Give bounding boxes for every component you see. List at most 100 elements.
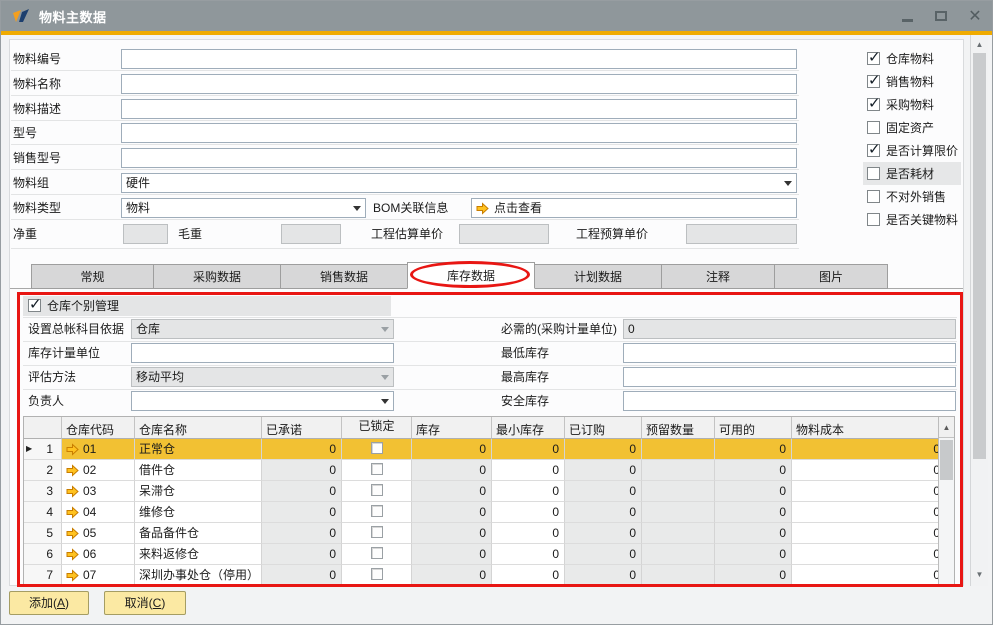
warehouse-name-cell[interactable]: 借件仓 xyxy=(135,460,262,481)
warehouse-name-cell[interactable]: 呆滞仓 xyxy=(135,481,262,502)
warehouse-code-cell[interactable]: 07 xyxy=(62,565,135,586)
row-selector-cell[interactable]: 6 xyxy=(24,544,62,565)
flag-checkbox-item[interactable]: ✓ 销售物料 xyxy=(863,70,963,93)
locked-cell[interactable] xyxy=(342,565,412,586)
link-arrow-icon[interactable] xyxy=(476,202,489,215)
locked-checkbox[interactable] xyxy=(371,547,383,559)
checkbox[interactable] xyxy=(867,190,880,203)
flag-checkbox-item[interactable]: ✓ 是否计算限价 xyxy=(863,139,963,162)
tab[interactable]: 库存数据 xyxy=(407,262,535,289)
maximize-button[interactable] xyxy=(932,7,950,25)
locked-cell[interactable] xyxy=(342,523,412,544)
checkbox[interactable] xyxy=(867,167,880,180)
link-arrow-icon[interactable] xyxy=(66,548,79,561)
item-type-select[interactable]: 物料 xyxy=(121,198,366,218)
locked-cell[interactable] xyxy=(342,460,412,481)
tab[interactable]: 注释 xyxy=(661,264,775,289)
locked-cell[interactable] xyxy=(342,481,412,502)
flag-checkbox-item[interactable]: 是否关键物料 xyxy=(863,208,963,231)
table-scrollbar[interactable]: ▲ xyxy=(938,417,954,584)
link-arrow-icon[interactable] xyxy=(66,506,79,519)
link-arrow-icon[interactable] xyxy=(66,569,79,582)
flag-checkbox-item[interactable]: ✓ 仓库物料 xyxy=(863,47,963,70)
checkbox[interactable]: ✓ xyxy=(867,144,880,157)
warehouse-name-cell[interactable]: 来料返修仓 xyxy=(135,544,262,565)
tab[interactable]: 常规 xyxy=(31,264,154,289)
min-stock-cell[interactable]: 0 xyxy=(492,439,565,460)
warehouse-name-cell[interactable]: 维修仓 xyxy=(135,502,262,523)
locked-cell[interactable] xyxy=(342,439,412,460)
row-selector-cell[interactable]: 3 xyxy=(24,481,62,502)
warehouse-name-cell[interactable]: 深圳办事处仓（停用） xyxy=(135,565,262,586)
link-arrow-icon[interactable] xyxy=(66,464,79,477)
checkbox[interactable] xyxy=(867,121,880,134)
scroll-up-icon[interactable]: ▲ xyxy=(939,417,954,438)
link-arrow-icon[interactable] xyxy=(66,485,79,498)
item-cost-cell[interactable]: 0 xyxy=(792,544,940,565)
min-stock-cell[interactable]: 0 xyxy=(492,544,565,565)
scrollbar-thumb[interactable] xyxy=(940,440,953,480)
min-stock-cell[interactable]: 0 xyxy=(492,502,565,523)
item-cost-cell[interactable]: 0 xyxy=(792,460,940,481)
min-stock-cell[interactable]: 0 xyxy=(492,481,565,502)
locked-cell[interactable] xyxy=(342,544,412,565)
flag-checkbox-item[interactable]: 固定资产 xyxy=(863,116,963,139)
item-cost-cell[interactable]: 0 xyxy=(792,565,940,586)
min-stock-cell[interactable]: 0 xyxy=(492,565,565,586)
locked-checkbox[interactable] xyxy=(371,484,383,496)
flag-checkbox-item[interactable]: ✓ 采购物料 xyxy=(863,93,963,116)
warehouse-name-cell[interactable]: 正常仓 xyxy=(135,439,262,460)
warehouse-code-cell[interactable]: 03 xyxy=(62,481,135,502)
locked-cell[interactable] xyxy=(342,502,412,523)
manage-by-warehouse-checkbox[interactable]: ✓ xyxy=(28,299,41,312)
cancel-button[interactable]: 取消(C) xyxy=(104,591,186,615)
item-name-input[interactable] xyxy=(121,74,797,94)
item-number-input[interactable] xyxy=(121,49,797,69)
tab[interactable]: 采购数据 xyxy=(153,264,281,289)
inventory-uom-input[interactable] xyxy=(131,343,394,363)
tab[interactable]: 计划数据 xyxy=(534,264,662,289)
min-stock-cell[interactable]: 0 xyxy=(492,523,565,544)
locked-checkbox[interactable] xyxy=(371,442,383,454)
checkbox[interactable] xyxy=(867,213,880,226)
item-cost-cell[interactable]: 0 xyxy=(792,439,940,460)
warehouse-name-cell[interactable]: 备品备件仓 xyxy=(135,523,262,544)
locked-checkbox[interactable] xyxy=(371,463,383,475)
checkbox[interactable]: ✓ xyxy=(867,98,880,111)
link-arrow-icon[interactable] xyxy=(66,527,79,540)
scroll-down-icon[interactable]: ▼ xyxy=(971,567,988,583)
min-stock-cell[interactable]: 0 xyxy=(492,460,565,481)
min-inventory-input[interactable] xyxy=(623,343,956,363)
flag-checkbox-item[interactable]: 不对外销售 xyxy=(863,185,963,208)
tab[interactable]: 销售数据 xyxy=(280,264,408,289)
safety-inventory-input[interactable] xyxy=(623,391,956,411)
locked-checkbox[interactable] xyxy=(371,526,383,538)
locked-checkbox[interactable] xyxy=(371,505,383,517)
item-cost-cell[interactable]: 0 xyxy=(792,523,940,544)
checkbox[interactable]: ✓ xyxy=(867,52,880,65)
scrollbar-thumb[interactable] xyxy=(973,53,986,459)
bom-view-link[interactable]: 点击查看 xyxy=(494,199,542,217)
tab[interactable]: 图片 xyxy=(774,264,888,289)
link-arrow-icon[interactable] xyxy=(66,443,79,456)
flag-checkbox-item[interactable]: 是否耗材 xyxy=(863,162,961,185)
sales-model-input[interactable] xyxy=(121,148,797,168)
item-desc-input[interactable] xyxy=(121,99,797,119)
minimize-button[interactable] xyxy=(898,7,916,25)
row-selector-cell[interactable]: 5 xyxy=(24,523,62,544)
item-cost-cell[interactable]: 0 xyxy=(792,502,940,523)
window-scrollbar[interactable]: ▲ ▼ xyxy=(970,35,988,586)
warehouse-code-cell[interactable]: 02 xyxy=(62,460,135,481)
row-selector-cell[interactable]: 7 xyxy=(24,565,62,586)
model-input[interactable] xyxy=(121,123,797,143)
locked-checkbox[interactable] xyxy=(371,568,383,580)
warehouse-code-cell[interactable]: 01 xyxy=(62,439,135,460)
row-selector-cell[interactable]: 4 xyxy=(24,502,62,523)
item-group-select[interactable]: 硬件 xyxy=(121,173,797,193)
scroll-up-icon[interactable]: ▲ xyxy=(971,37,988,53)
warehouse-code-cell[interactable]: 04 xyxy=(62,502,135,523)
close-button[interactable]: ✕ xyxy=(966,7,984,25)
person-in-charge-select[interactable] xyxy=(131,391,394,411)
checkbox[interactable]: ✓ xyxy=(867,75,880,88)
warehouse-code-cell[interactable]: 06 xyxy=(62,544,135,565)
